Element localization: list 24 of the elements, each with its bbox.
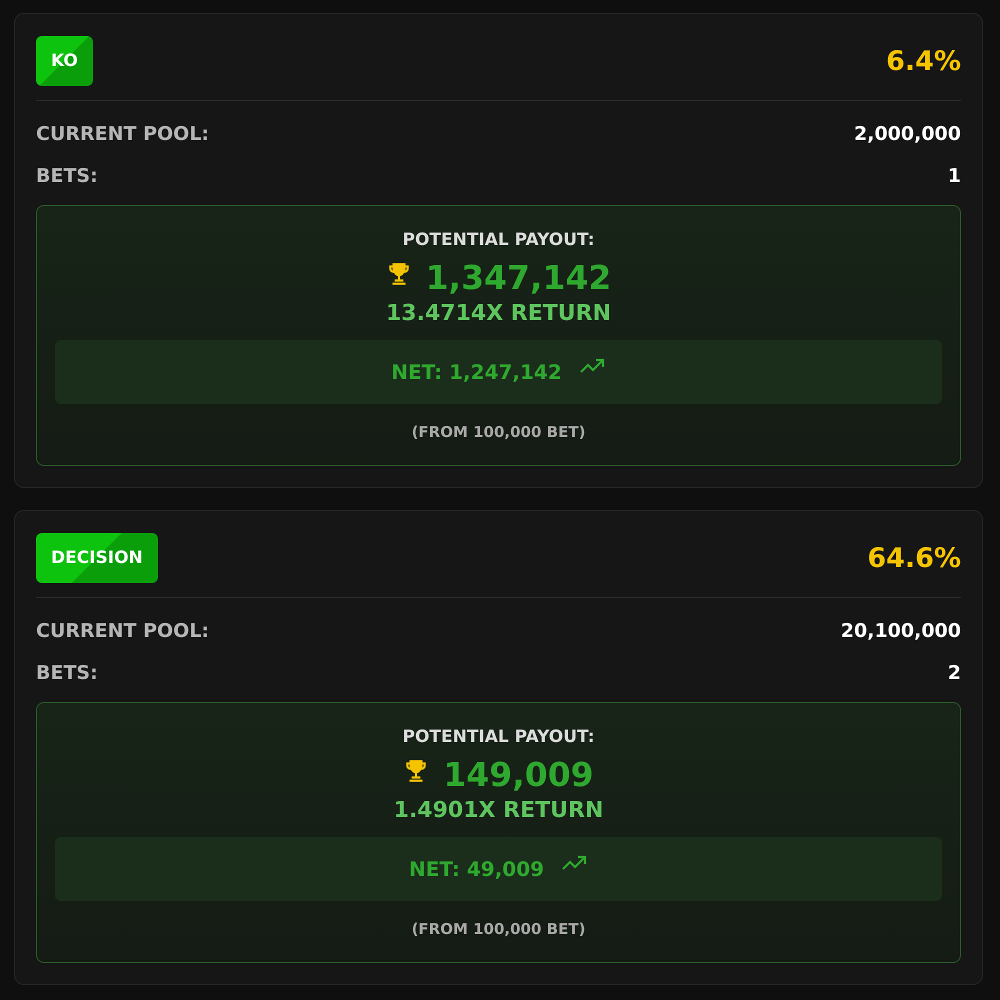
pool-value: 20,100,000 xyxy=(840,620,961,642)
pool-label: CURRENT POOL: xyxy=(36,620,210,642)
bets-label: BETS: xyxy=(36,165,98,187)
net-amount: NET: 49,009 xyxy=(408,857,544,881)
percentage: 6.4% xyxy=(886,46,961,76)
payout-label: POTENTIAL PAYOUT: xyxy=(402,230,595,250)
pool-label: CURRENT POOL: xyxy=(36,123,210,145)
payout-amount: 149,009 xyxy=(443,755,594,794)
outcome-badge: DECISION xyxy=(36,533,158,583)
percentage: 64.6% xyxy=(867,542,961,574)
trend-up-icon xyxy=(562,854,588,872)
return-multiplier: 13.4714X RETURN xyxy=(386,301,612,326)
bets-value: 1 xyxy=(948,165,961,187)
bets-value: 2 xyxy=(948,662,961,684)
payout-amount: 1,347,142 xyxy=(426,258,612,297)
net-amount: NET: 1,247,142 xyxy=(391,360,562,384)
pool-value: 2,000,000 xyxy=(854,123,961,145)
return-multiplier: 1.4901X RETURN xyxy=(394,798,604,823)
payout-label: POTENTIAL PAYOUT: xyxy=(402,727,595,747)
outcome-badge: KO xyxy=(36,36,93,86)
bet-basis: (FROM 100,000 BET) xyxy=(412,920,586,938)
bet-basis: (FROM 100,000 BET) xyxy=(412,423,586,441)
trend-up-icon xyxy=(580,357,606,375)
bets-label: BETS: xyxy=(36,662,98,684)
